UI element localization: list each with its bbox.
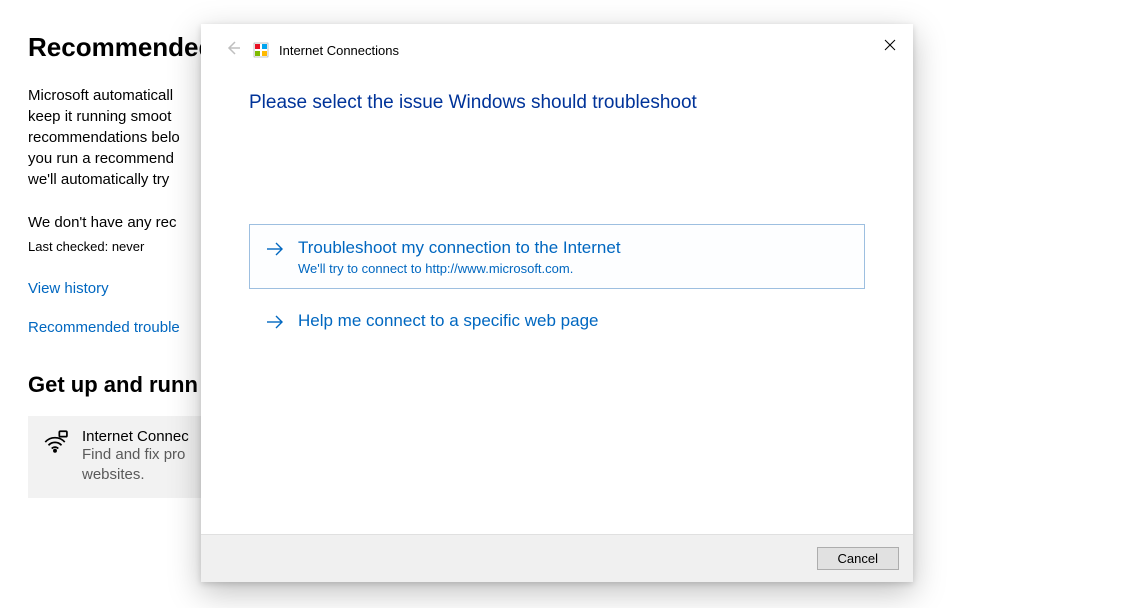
- close-button[interactable]: [870, 32, 910, 62]
- arrow-left-icon: [225, 40, 241, 61]
- option-troubleshoot-internet[interactable]: Troubleshoot my connection to the Intern…: [249, 224, 865, 289]
- tile-text-block: Internet Connec Find and fix pro website…: [82, 428, 189, 486]
- option-specific-webpage[interactable]: Help me connect to a specific web page: [249, 297, 865, 345]
- option-texts: Help me connect to a specific web page: [298, 310, 599, 332]
- option-title: Help me connect to a specific web page: [298, 310, 599, 332]
- option-description: We'll try to connect to http://www.micro…: [298, 261, 621, 276]
- arrow-right-icon: [266, 313, 284, 331]
- breadcrumb-row: Internet Connections: [201, 24, 913, 68]
- dialog-title: Please select the issue Windows should t…: [249, 92, 865, 114]
- tile-title: Internet Connec: [82, 428, 189, 445]
- wifi-icon: [42, 428, 68, 454]
- troubleshooter-dialog: Internet Connections Please select the i…: [201, 24, 913, 582]
- dialog-footer: Cancel: [201, 534, 913, 582]
- arrow-right-icon: [266, 240, 284, 258]
- breadcrumb-label: Internet Connections: [279, 43, 399, 58]
- option-title: Troubleshoot my connection to the Intern…: [298, 237, 621, 259]
- dialog-body: Please select the issue Windows should t…: [201, 68, 913, 534]
- cancel-button[interactable]: Cancel: [817, 547, 899, 570]
- tile-description: Find and fix pro websites.: [82, 445, 189, 486]
- back-button[interactable]: [223, 40, 243, 60]
- option-texts: Troubleshoot my connection to the Intern…: [298, 237, 621, 276]
- troubleshooter-icon: [253, 42, 269, 58]
- close-icon: [884, 38, 896, 56]
